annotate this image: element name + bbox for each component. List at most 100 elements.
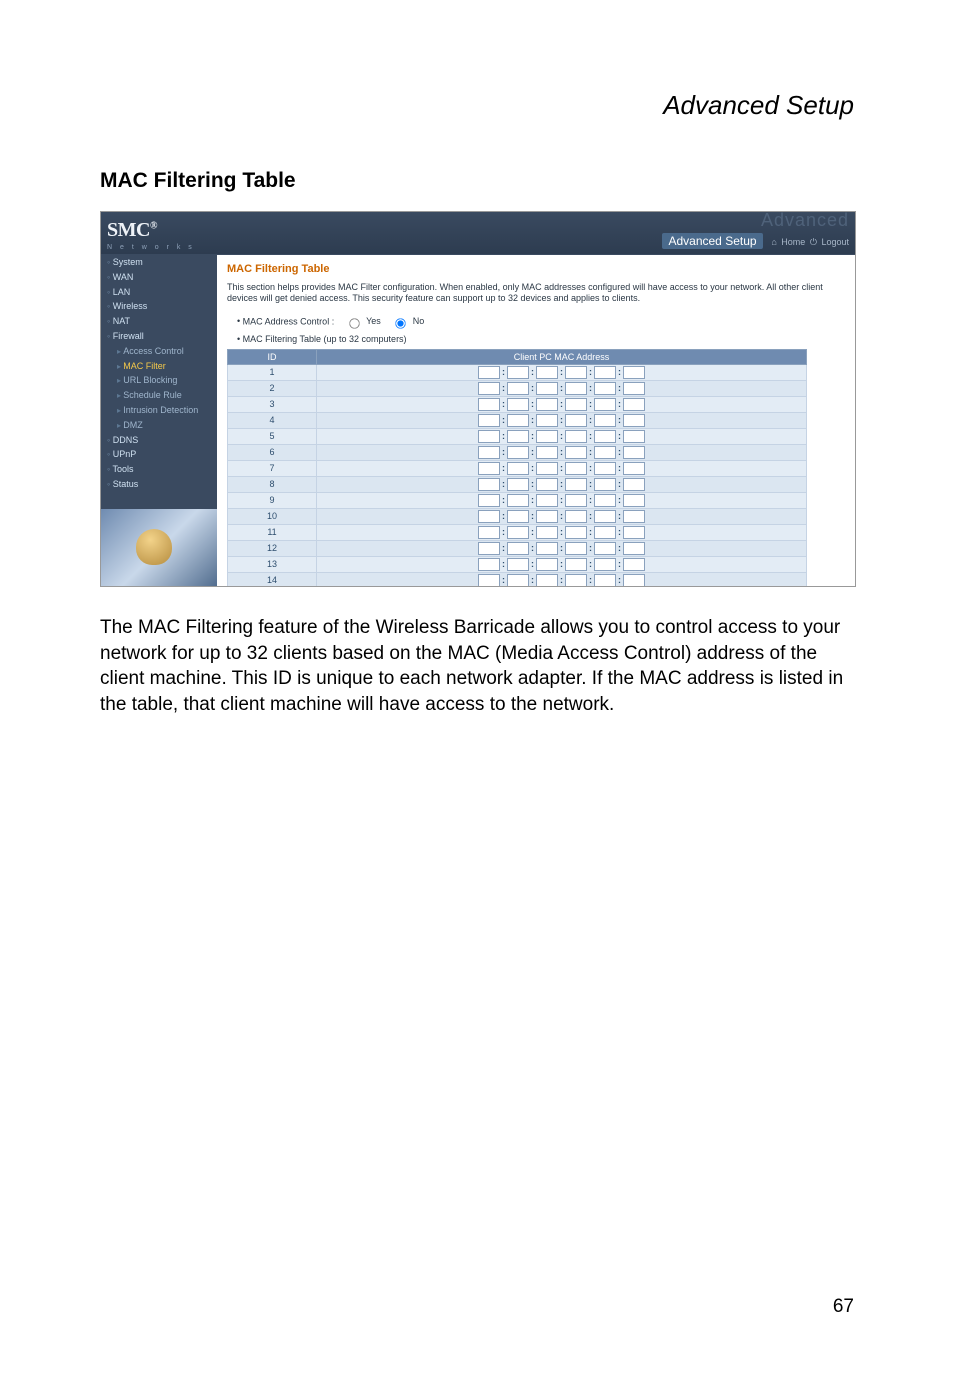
sidebar-item-access-control[interactable]: Access Control xyxy=(101,344,217,359)
mac-octet-input[interactable] xyxy=(594,574,616,587)
mac-octet-input[interactable] xyxy=(536,382,558,395)
mac-octet-input[interactable] xyxy=(565,366,587,379)
mac-octet-input[interactable] xyxy=(565,382,587,395)
mac-octet-input[interactable] xyxy=(536,574,558,587)
radio-yes-label[interactable]: Yes xyxy=(343,316,384,326)
mac-octet-input[interactable] xyxy=(565,558,587,571)
mac-octet-input[interactable] xyxy=(594,478,616,491)
mac-octet-input[interactable] xyxy=(507,494,529,507)
sidebar-item-dmz[interactable]: DMZ xyxy=(101,418,217,433)
mac-octet-input[interactable] xyxy=(507,446,529,459)
mac-octet-input[interactable] xyxy=(623,366,645,379)
radio-no-label[interactable]: No xyxy=(389,316,424,326)
sidebar-item-tools[interactable]: Tools xyxy=(101,462,217,477)
mac-octet-input[interactable] xyxy=(478,542,500,555)
mac-octet-input[interactable] xyxy=(623,398,645,411)
mac-octet-input[interactable] xyxy=(478,574,500,587)
logout-link[interactable]: Logout xyxy=(821,237,849,247)
mac-octet-input[interactable] xyxy=(536,494,558,507)
mac-octet-input[interactable] xyxy=(594,510,616,523)
radio-no[interactable] xyxy=(396,318,406,328)
mac-octet-input[interactable] xyxy=(594,526,616,539)
mac-octet-input[interactable] xyxy=(565,462,587,475)
mac-octet-input[interactable] xyxy=(623,510,645,523)
sidebar-item-system[interactable]: System xyxy=(101,255,217,270)
sidebar-item-schedule-rule[interactable]: Schedule Rule xyxy=(101,388,217,403)
mac-octet-input[interactable] xyxy=(478,558,500,571)
sidebar-item-status[interactable]: Status xyxy=(101,477,217,492)
mac-octet-input[interactable] xyxy=(594,462,616,475)
mac-octet-input[interactable] xyxy=(594,558,616,571)
mac-octet-input[interactable] xyxy=(623,478,645,491)
mac-octet-input[interactable] xyxy=(507,462,529,475)
mac-octet-input[interactable] xyxy=(594,366,616,379)
mac-octet-input[interactable] xyxy=(623,558,645,571)
mac-octet-input[interactable] xyxy=(565,398,587,411)
mac-octet-input[interactable] xyxy=(536,542,558,555)
mac-octet-input[interactable] xyxy=(478,382,500,395)
mac-octet-input[interactable] xyxy=(623,526,645,539)
mac-octet-input[interactable] xyxy=(623,382,645,395)
mac-octet-input[interactable] xyxy=(594,430,616,443)
mac-octet-input[interactable] xyxy=(623,574,645,587)
mac-octet-input[interactable] xyxy=(594,398,616,411)
mac-octet-input[interactable] xyxy=(536,414,558,427)
mac-octet-input[interactable] xyxy=(507,510,529,523)
radio-yes[interactable] xyxy=(349,318,359,328)
mac-octet-input[interactable] xyxy=(507,574,529,587)
mac-octet-input[interactable] xyxy=(565,526,587,539)
mac-octet-input[interactable] xyxy=(536,366,558,379)
mac-octet-input[interactable] xyxy=(594,382,616,395)
mac-octet-input[interactable] xyxy=(565,574,587,587)
mac-octet-input[interactable] xyxy=(594,542,616,555)
mac-octet-input[interactable] xyxy=(565,494,587,507)
mac-octet-input[interactable] xyxy=(478,462,500,475)
mac-octet-input[interactable] xyxy=(536,462,558,475)
home-link[interactable]: Home xyxy=(781,237,805,247)
mac-octet-input[interactable] xyxy=(478,446,500,459)
sidebar-item-url-blocking[interactable]: URL Blocking xyxy=(101,373,217,388)
sidebar-item-wan[interactable]: WAN xyxy=(101,270,217,285)
mac-octet-input[interactable] xyxy=(478,494,500,507)
mac-octet-input[interactable] xyxy=(565,446,587,459)
sidebar-item-intrusion-detection[interactable]: Intrusion Detection xyxy=(101,403,217,418)
mac-octet-input[interactable] xyxy=(594,414,616,427)
mac-octet-input[interactable] xyxy=(536,526,558,539)
mac-octet-input[interactable] xyxy=(507,366,529,379)
mac-octet-input[interactable] xyxy=(594,446,616,459)
sidebar-item-lan[interactable]: LAN xyxy=(101,285,217,300)
mac-octet-input[interactable] xyxy=(536,478,558,491)
mac-octet-input[interactable] xyxy=(478,430,500,443)
mac-octet-input[interactable] xyxy=(623,462,645,475)
mac-octet-input[interactable] xyxy=(536,398,558,411)
mac-octet-input[interactable] xyxy=(478,414,500,427)
sidebar-item-ddns[interactable]: DDNS xyxy=(101,433,217,448)
mac-octet-input[interactable] xyxy=(507,558,529,571)
mac-octet-input[interactable] xyxy=(536,558,558,571)
mac-octet-input[interactable] xyxy=(623,414,645,427)
mac-octet-input[interactable] xyxy=(478,366,500,379)
sidebar-item-upnp[interactable]: UPnP xyxy=(101,447,217,462)
logout-icon[interactable]: ⏻ xyxy=(810,237,817,247)
mac-octet-input[interactable] xyxy=(536,430,558,443)
sidebar-item-firewall[interactable]: Firewall xyxy=(101,329,217,344)
mac-octet-input[interactable] xyxy=(565,478,587,491)
mac-octet-input[interactable] xyxy=(478,478,500,491)
mac-octet-input[interactable] xyxy=(507,430,529,443)
mac-octet-input[interactable] xyxy=(478,510,500,523)
mac-octet-input[interactable] xyxy=(478,526,500,539)
mac-octet-input[interactable] xyxy=(507,542,529,555)
mac-octet-input[interactable] xyxy=(507,398,529,411)
mac-octet-input[interactable] xyxy=(623,542,645,555)
mac-octet-input[interactable] xyxy=(478,398,500,411)
mac-octet-input[interactable] xyxy=(565,414,587,427)
mac-octet-input[interactable] xyxy=(536,510,558,523)
mac-octet-input[interactable] xyxy=(507,478,529,491)
mac-octet-input[interactable] xyxy=(565,542,587,555)
mac-octet-input[interactable] xyxy=(623,494,645,507)
mac-octet-input[interactable] xyxy=(565,430,587,443)
mac-octet-input[interactable] xyxy=(623,430,645,443)
mac-octet-input[interactable] xyxy=(536,446,558,459)
mac-octet-input[interactable] xyxy=(507,414,529,427)
mac-octet-input[interactable] xyxy=(565,510,587,523)
